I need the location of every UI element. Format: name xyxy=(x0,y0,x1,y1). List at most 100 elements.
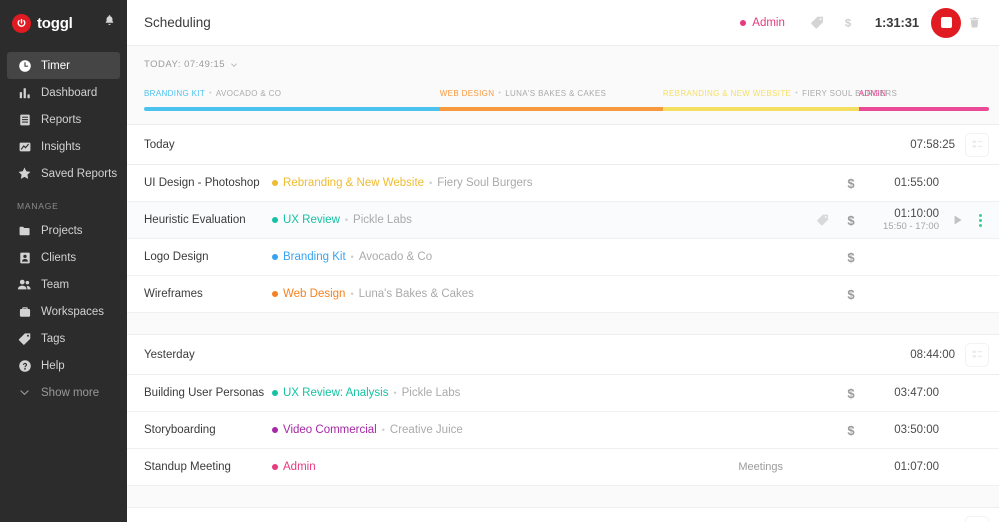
folder-icon xyxy=(17,223,32,238)
tag-icon[interactable] xyxy=(803,15,833,30)
entry-project[interactable]: Web Design • Luna's Bakes & Cakes xyxy=(272,288,474,300)
legend-client-name: AVOCADO & CO xyxy=(215,89,282,98)
project-color-dot xyxy=(272,180,278,186)
sidebar-item-workspaces[interactable]: Workspaces xyxy=(7,298,120,325)
sidebar-item-clients[interactable]: Clients xyxy=(7,244,120,271)
entry-duration[interactable]: 01:10:00 15:50 - 17:00 xyxy=(865,207,939,233)
list-group-icon[interactable] xyxy=(965,342,989,367)
tag-icon[interactable] xyxy=(809,213,837,227)
project-client-separator: • xyxy=(350,289,354,299)
time-entry-row[interactable]: Heuristic Evaluation UX Review • Pickle Lab… xyxy=(127,202,999,239)
legend-item[interactable]: WEB DESIGN • LUNA'S BAKES & CAKES xyxy=(440,89,606,98)
legend-project-name: WEB DESIGN xyxy=(439,89,495,98)
entry-options-button[interactable] xyxy=(971,424,989,437)
brand-name: toggl xyxy=(37,14,73,32)
legend-item[interactable]: ADMIN xyxy=(859,89,887,98)
entry-tag-label[interactable]: Meetings xyxy=(738,461,783,473)
entry-description[interactable]: Heuristic Evaluation xyxy=(144,214,272,226)
billable-dollar-icon[interactable]: $ xyxy=(837,176,865,191)
bell-icon[interactable] xyxy=(103,14,116,27)
entry-project[interactable]: Admin xyxy=(272,461,316,473)
time-entry-row[interactable]: Storyboarding Video Commercial • Creative J… xyxy=(127,412,999,449)
entry-options-button[interactable] xyxy=(971,213,989,227)
legend-item[interactable]: BRANDING KIT • AVOCADO & CO xyxy=(144,89,281,98)
sidebar-item-label: Show more xyxy=(41,386,100,399)
sidebar-item-tags[interactable]: Tags xyxy=(7,325,120,352)
entry-description[interactable]: Building User Personas xyxy=(144,387,272,399)
sidebar-item-label: Timer xyxy=(41,59,70,72)
entry-description[interactable]: Standup Meeting xyxy=(144,461,272,473)
time-entry-row[interactable]: Standup Meeting Admin Meetings 01:07:00 xyxy=(127,449,999,486)
continue-entry-button[interactable] xyxy=(943,213,971,227)
entry-description[interactable]: Wireframes xyxy=(144,288,272,300)
project-color-dot xyxy=(740,19,747,26)
primary-nav: Timer Dashboard Reports Insights Saved R… xyxy=(0,52,127,406)
bar-segment[interactable] xyxy=(144,107,440,111)
entry-options-button[interactable] xyxy=(971,288,989,301)
running-entry-description[interactable]: Scheduling xyxy=(144,15,211,30)
entry-description[interactable]: Logo Design xyxy=(144,251,272,263)
entry-project[interactable]: Branding Kit • Avocado & Co xyxy=(272,251,432,263)
dollar-icon[interactable]: $ xyxy=(833,15,863,30)
sidebar-item-help[interactable]: Help xyxy=(7,352,120,379)
project-name: Video Commercial xyxy=(283,424,377,436)
entry-project[interactable]: Video Commercial • Creative Juice xyxy=(272,424,463,436)
chevron-down-icon xyxy=(17,385,32,400)
entry-options-button[interactable] xyxy=(971,387,989,400)
star-icon xyxy=(17,166,32,181)
sidebar-item-show-more[interactable]: Show more xyxy=(7,379,120,406)
sidebar-item-saved-reports[interactable]: Saved Reports xyxy=(7,160,120,187)
project-legend-labels: BRANDING KIT • AVOCADO & CO WEB DESIGN • LUNA… xyxy=(144,89,989,101)
entry-options-button[interactable] xyxy=(971,461,989,474)
client-name: Pickle Labs xyxy=(353,214,412,226)
list-group-icon[interactable] xyxy=(965,515,989,522)
sidebar-item-insights[interactable]: Insights xyxy=(7,133,120,160)
entry-description[interactable]: Storyboarding xyxy=(144,424,272,436)
time-entry-row[interactable]: Logo Design Branding Kit • Avocado & Co $ xyxy=(127,239,999,276)
stop-timer-button[interactable] xyxy=(931,7,961,38)
trash-icon[interactable] xyxy=(961,16,987,29)
running-entry-project[interactable]: Admin xyxy=(740,17,785,29)
billable-dollar-icon[interactable]: $ xyxy=(837,287,865,302)
entry-project[interactable]: UX Review • Pickle Labs xyxy=(272,214,412,226)
entry-duration[interactable]: 03:50:00 xyxy=(865,423,939,437)
entry-project[interactable]: UX Review: Analysis • Pickle Labs xyxy=(272,387,460,399)
entry-options-button[interactable] xyxy=(971,177,989,190)
legend-separator: • xyxy=(209,90,212,97)
bar-segment[interactable] xyxy=(439,107,663,111)
duration-value: 03:50:00 xyxy=(894,423,939,436)
group-header: Today 07:58:25 xyxy=(127,125,999,165)
entry-duration[interactable]: 01:07:00 xyxy=(865,460,939,474)
sidebar-item-team[interactable]: Team xyxy=(7,271,120,298)
billable-dollar-icon[interactable]: $ xyxy=(837,250,865,265)
today-total-label: TODAY: 07:49:15 xyxy=(144,59,226,70)
billable-dollar-icon[interactable]: $ xyxy=(837,386,865,401)
sidebar-item-dashboard[interactable]: Dashboard xyxy=(7,79,120,106)
entry-description[interactable]: UI Design - Photoshop xyxy=(144,177,272,189)
running-timer-value: 1:31:31 xyxy=(874,15,919,30)
today-total-toggle[interactable]: TODAY: 07:49:15 xyxy=(144,59,987,70)
sidebar-item-timer[interactable]: Timer xyxy=(7,52,120,79)
entry-options-button[interactable] xyxy=(971,251,989,264)
list-group-icon[interactable] xyxy=(965,132,989,157)
today-summary: TODAY: 07:49:15 BRANDING KIT • AVOCADO & C… xyxy=(127,46,999,125)
project-color-dot xyxy=(272,427,278,433)
project-distribution: BRANDING KIT • AVOCADO & CO WEB DESIGN • LUNA… xyxy=(144,89,989,111)
sidebar-item-reports[interactable]: Reports xyxy=(7,106,120,133)
time-entry-row[interactable]: Building User Personas UX Review: Analysi… xyxy=(127,375,999,412)
sidebar-item-projects[interactable]: Projects xyxy=(7,217,120,244)
time-entry-row[interactable]: UI Design - Photoshop Rebranding & New We… xyxy=(127,165,999,202)
project-color-dot xyxy=(272,217,278,223)
billable-dollar-icon[interactable]: $ xyxy=(837,213,865,228)
entry-duration[interactable]: 03:47:00 xyxy=(865,386,939,400)
entry-duration[interactable]: 01:55:00 xyxy=(865,176,939,190)
project-name: Admin xyxy=(283,461,316,473)
entry-project[interactable]: Rebranding & New Website • Fiery Soul Burg… xyxy=(272,177,532,189)
project-distribution-bar xyxy=(144,107,989,111)
billable-dollar-icon[interactable]: $ xyxy=(837,423,865,438)
project-name: Admin xyxy=(752,16,785,29)
project-color-dot xyxy=(272,464,278,470)
time-entry-row[interactable]: Wireframes Web Design • Luna's Bakes & Cake… xyxy=(127,276,999,313)
bar-segment[interactable] xyxy=(662,107,859,111)
bar-segment[interactable] xyxy=(858,107,989,111)
